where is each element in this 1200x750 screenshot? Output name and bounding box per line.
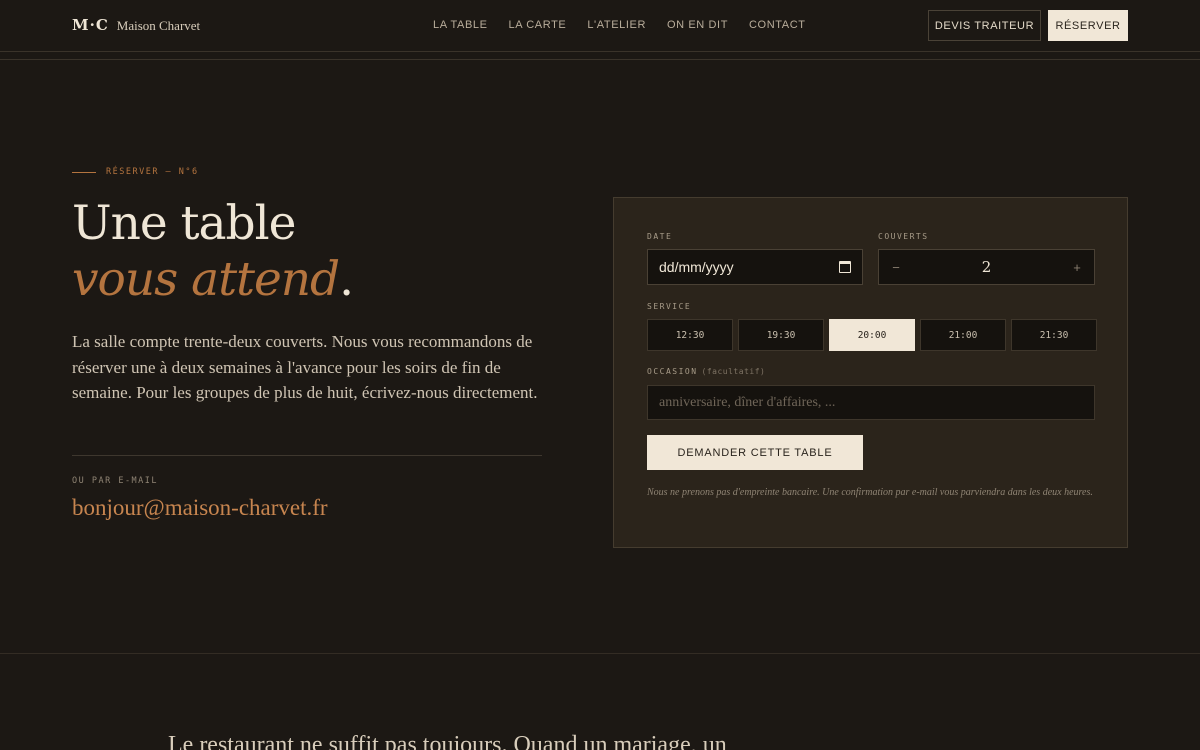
date-field[interactable]: dd/mm/yyyy	[647, 249, 863, 285]
covers-label: COUVERTS	[878, 232, 929, 241]
occasion-field[interactable]: anniversaire, dîner d'affaires, ...	[647, 385, 1095, 420]
section-eyebrow: RÉSERVER — N°6	[72, 167, 199, 177]
title-line-2: vous attend.	[72, 252, 354, 308]
logo[interactable]: M·C Maison Charvet	[72, 16, 200, 34]
title-line-1: Une table	[72, 196, 296, 251]
service-options: 12:30 19:30 20:00 21:00 21:30	[647, 319, 1097, 351]
reservation-form: DATE dd/mm/yyyy COUVERTS − 2 + SERVICE 1…	[613, 197, 1128, 548]
eyebrow-text: RÉSERVER — N°6	[106, 167, 199, 177]
header-divider	[0, 59, 1200, 60]
page-title: Une table vous attend.	[72, 196, 354, 308]
date-value: dd/mm/yyyy	[659, 259, 734, 275]
service-option-1230[interactable]: 12:30	[647, 319, 733, 351]
service-option-2000[interactable]: 20:00	[829, 319, 915, 351]
covers-decrement-button[interactable]: −	[879, 250, 913, 284]
nav-la-table[interactable]: LA TABLE	[433, 19, 488, 31]
nav-la-carte[interactable]: LA CARTE	[509, 19, 567, 31]
occasion-optional-hint: (facultatif)	[701, 367, 766, 376]
service-option-2130[interactable]: 21:30	[1011, 319, 1097, 351]
catering-quote-button[interactable]: DEVIS TRAITEUR	[928, 10, 1041, 41]
main-nav: LA TABLE LA CARTE L'ATELIER ON EN DIT CO…	[433, 19, 806, 31]
calendar-icon[interactable]	[839, 261, 851, 273]
request-table-button[interactable]: DEMANDER CETTE TABLE	[647, 435, 863, 470]
logo-name: Maison Charvet	[116, 18, 201, 33]
occasion-label-text: OCCASION	[647, 367, 698, 376]
covers-stepper: − 2 +	[878, 249, 1095, 285]
next-section-text: Le restaurant ne suffit pas toujours. Qu…	[168, 732, 727, 750]
service-label: SERVICE	[647, 302, 692, 311]
service-option-2100[interactable]: 21:00	[920, 319, 1006, 351]
email-label: OU PAR E-MAIL	[72, 476, 159, 486]
logo-mark: M·C	[72, 16, 109, 34]
covers-increment-button[interactable]: +	[1060, 250, 1094, 284]
nav-contact[interactable]: CONTACT	[749, 19, 806, 31]
nav-on-en-dit[interactable]: ON EN DIT	[667, 19, 728, 31]
occasion-placeholder: anniversaire, dîner d'affaires, ...	[659, 394, 836, 410]
covers-value: 2	[981, 258, 992, 276]
nav-atelier[interactable]: L'ATELIER	[587, 19, 646, 31]
left-divider	[72, 455, 542, 456]
section-divider	[0, 653, 1200, 654]
site-header: M·C Maison Charvet LA TABLE LA CARTE L'A…	[0, 0, 1200, 52]
date-label: DATE	[647, 232, 673, 241]
title-dot: .	[339, 252, 354, 307]
service-option-1930[interactable]: 19:30	[738, 319, 824, 351]
title-italic: vous attend	[72, 252, 340, 307]
form-note: Nous ne prenons pas d'empreinte bancaire…	[647, 487, 1093, 498]
occasion-label: OCCASION (facultatif)	[647, 367, 765, 376]
reserve-button[interactable]: RÉSERVER	[1048, 10, 1128, 41]
email-link[interactable]: bonjour@maison-charvet.fr	[72, 495, 328, 521]
intro-paragraph: La salle compte trente-deux couverts. No…	[72, 332, 538, 402]
eyebrow-line	[72, 171, 96, 173]
